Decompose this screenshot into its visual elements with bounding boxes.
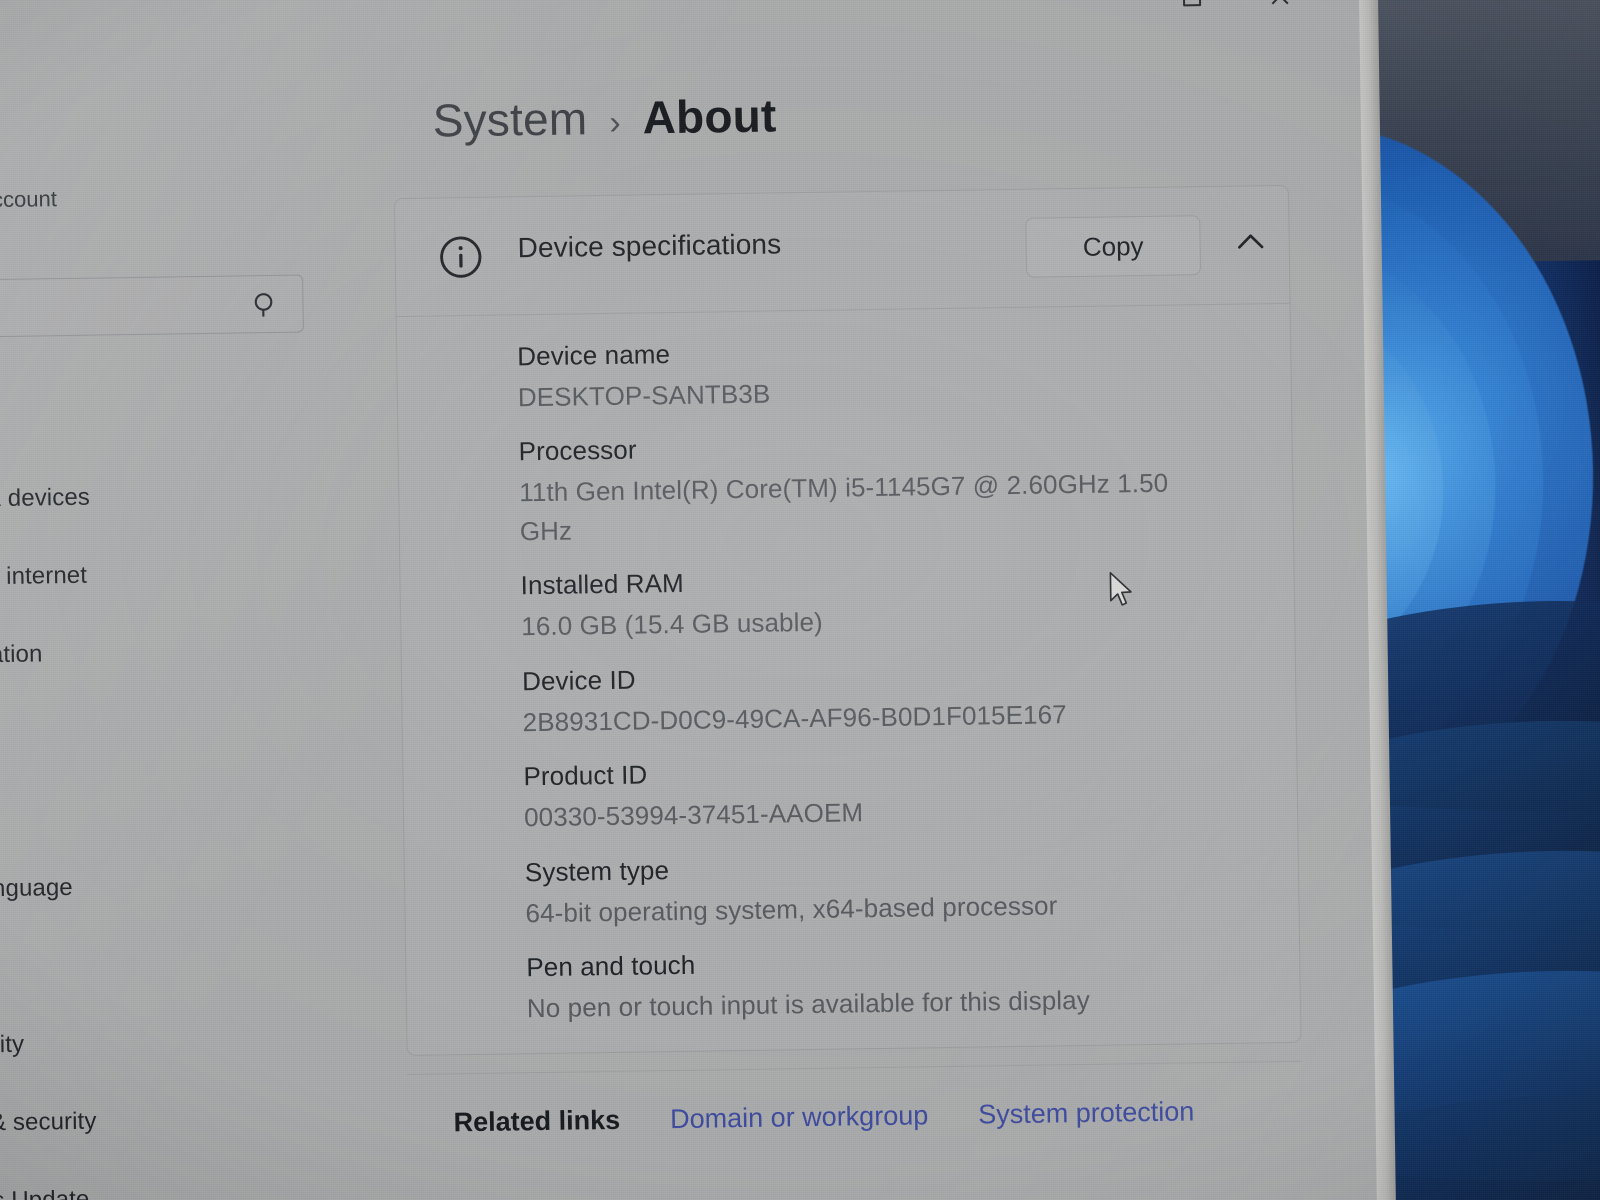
sidebar-item-label: ndows Update	[0, 1186, 90, 1200]
spec-label: Device name	[517, 339, 671, 372]
screen-surface: s test Local Account ing em	[0, 0, 1600, 1200]
sidebar-item-accessibility[interactable]: essibility	[0, 1001, 325, 1086]
sidebar-item-windows-update[interactable]: ndows Update	[0, 1157, 327, 1200]
spec-label: Device ID	[521, 664, 636, 697]
sidebar-item-system[interactable]: em	[0, 377, 316, 462]
sidebar-item-label: work & internet	[0, 561, 88, 591]
info-icon	[440, 236, 482, 278]
sidebar-item-gaming[interactable]: ning	[0, 923, 324, 1008]
spec-row: Processor 11th Gen Intel(R) Core(TM) i5-…	[398, 425, 1293, 552]
spec-value: 00330-53994-37451-AAOEM	[523, 797, 864, 833]
sidebar-item-personalization[interactable]: onalization	[0, 611, 319, 696]
sidebar-item-network-internet[interactable]: work & internet	[0, 533, 318, 618]
spec-value: 2B8931CD-D0C9-49CA-AF96-B0D1F015E167	[522, 699, 1067, 738]
breadcrumb: System › About	[432, 88, 777, 147]
device-specifications-body: Device name DESKTOP-SANTB3B Processor 11…	[397, 304, 1300, 1030]
link-domain-or-workgroup[interactable]: Domain or workgroup	[670, 1100, 929, 1135]
main-content: System › About Device specifications Cop…	[309, 0, 1378, 1200]
spec-row: Device name DESKTOP-SANTB3B	[397, 330, 1291, 419]
spec-label: Product ID	[523, 759, 648, 792]
sidebar-item-bluetooth-devices[interactable]: tooth & devices	[0, 455, 317, 540]
spec-value: 64-bit operating system, x64-based proce…	[525, 890, 1058, 929]
sidebar-item-time-language[interactable]: e & language	[0, 845, 323, 930]
mouse-cursor	[1109, 571, 1132, 606]
sidebar-item-apps[interactable]: s	[0, 689, 320, 774]
spec-value: 11th Gen Intel(R) Core(TM) i5-1145G7 @ 2…	[519, 468, 1169, 547]
device-specifications-title: Device specifications	[517, 228, 782, 264]
sidebar-item-label: essibility	[0, 1030, 25, 1060]
spec-label: Pen and touch	[526, 950, 696, 983]
spec-row: Installed RAM 16.0 GB (15.4 GB usable)	[400, 559, 1294, 648]
device-specifications-header[interactable]: Device specifications Copy	[394, 185, 1290, 318]
spec-row: Pen and touch No pen or touch input is a…	[406, 941, 1300, 1030]
monitor-photograph: s test Local Account ing em	[0, 0, 1600, 1200]
chevron-up-icon[interactable]	[1233, 224, 1268, 259]
account-type: Local Account	[0, 186, 58, 213]
sidebar-item-accounts[interactable]: ounts	[0, 767, 321, 852]
search-input[interactable]: ing	[0, 274, 304, 339]
spec-value: No pen or touch input is available for t…	[526, 985, 1091, 1024]
sidebar-nav: em tooth & devices work & internet onali…	[0, 377, 327, 1200]
breadcrumb-parent[interactable]: System	[432, 91, 587, 147]
spec-label: System type	[524, 854, 670, 888]
account-block[interactable]: test Local Account	[0, 148, 57, 214]
spec-row: Device ID 2B8931CD-D0C9-49CA-AF96-B0D1F0…	[402, 655, 1296, 744]
sidebar-item-label: onalization	[0, 640, 43, 670]
content-separator	[406, 1060, 1302, 1076]
sidebar-item-label: tooth & devices	[0, 483, 91, 513]
spec-value: DESKTOP-SANTB3B	[517, 378, 771, 413]
account-name: test	[0, 148, 57, 179]
sidebar-item-label: e & language	[0, 873, 73, 903]
copy-button[interactable]: Copy	[1025, 215, 1202, 278]
spec-row: Product ID 00330-53994-37451-AAOEM	[403, 750, 1297, 839]
link-system-protection[interactable]: System protection	[978, 1096, 1195, 1130]
chevron-right-icon: ›	[609, 103, 621, 142]
settings-window: s test Local Account ing em	[0, 0, 1378, 1200]
spec-label: Processor	[518, 435, 637, 467]
related-links: Related links Domain or workgroup System…	[453, 1096, 1194, 1138]
sidebar-item-privacy-security[interactable]: vacy & security	[0, 1079, 326, 1164]
settings-sidebar: s test Local Account ing em	[0, 0, 327, 1200]
page-title: About	[642, 89, 777, 144]
spec-label: Installed RAM	[520, 568, 684, 601]
related-links-title: Related links	[453, 1104, 621, 1138]
spec-row: System type 64-bit operating system, x64…	[405, 846, 1299, 935]
search-icon	[254, 293, 273, 317]
sidebar-item-label: vacy & security	[0, 1107, 97, 1137]
device-specifications-card: Device specifications Copy Device name D…	[393, 184, 1302, 1057]
